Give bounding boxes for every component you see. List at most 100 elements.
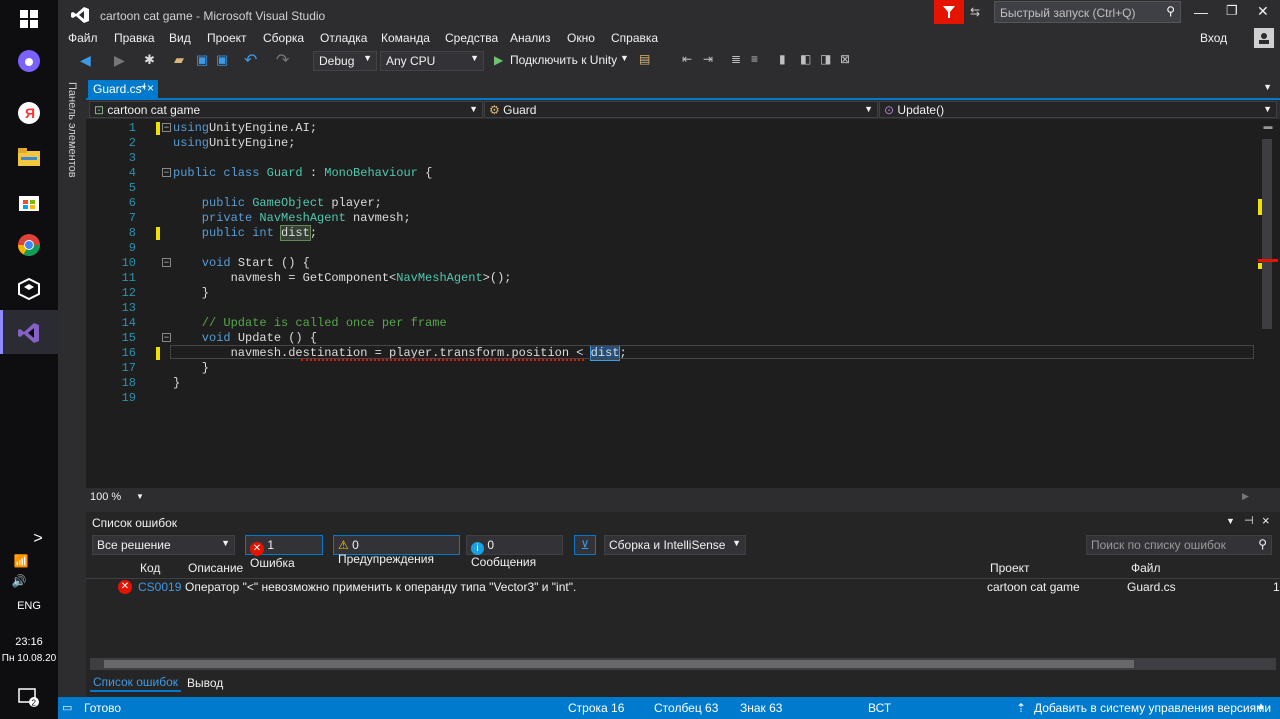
code-line[interactable]: }: [173, 376, 180, 390]
code-line[interactable]: public int dist;: [173, 225, 317, 241]
menu-tools[interactable]: Средства: [445, 31, 498, 45]
menu-file[interactable]: Файл: [68, 31, 98, 45]
menu-debug[interactable]: Отладка: [320, 31, 367, 45]
outdent-icon[interactable]: ⇥: [703, 52, 713, 66]
next-bookmark-icon[interactable]: ◨: [820, 52, 831, 66]
close-button[interactable]: ✕: [1257, 3, 1269, 20]
scrollbar-thumb[interactable]: [104, 660, 1134, 668]
bookmark-icon[interactable]: ▮: [779, 52, 786, 66]
chevron-down-icon[interactable]: ▼: [620, 53, 629, 63]
error-list-hscroll[interactable]: [90, 658, 1276, 670]
save-all-icon[interactable]: ▣: [216, 52, 228, 68]
visual-studio-icon[interactable]: [14, 318, 44, 348]
volume-icon[interactable]: 🔊: [4, 566, 34, 596]
connect-icon[interactable]: ⇆: [970, 5, 980, 19]
messages-filter-button[interactable]: i 0 Сообщения: [466, 535, 563, 569]
scrollbar-thumb[interactable]: [1262, 139, 1272, 329]
zoom-level[interactable]: 100 %: [90, 491, 121, 503]
close-tab-icon[interactable]: ×: [147, 81, 154, 95]
menu-window[interactable]: Окно: [567, 31, 595, 45]
code-line[interactable]: usingUnityEngine;: [173, 136, 295, 150]
chrome-icon[interactable]: [14, 230, 44, 260]
add-to-source-control[interactable]: Добавить в систему управления версиями: [1034, 701, 1271, 715]
windows-start-icon[interactable]: [14, 4, 44, 34]
back-icon[interactable]: ◀: [80, 52, 91, 69]
tab-guard-cs[interactable]: Guard.cs* ⊣ ×: [88, 80, 158, 100]
column-description[interactable]: Описание: [188, 561, 243, 575]
menu-build[interactable]: Сборка: [263, 31, 304, 45]
column-project[interactable]: Проект: [990, 561, 1030, 575]
tab-output[interactable]: Вывод: [187, 676, 223, 690]
toolbox-label[interactable]: Панель элементов: [66, 82, 78, 178]
feedback-icon[interactable]: [934, 0, 964, 24]
configuration-select[interactable]: Debug ▼: [313, 51, 377, 71]
file-explorer-icon[interactable]: [14, 142, 44, 172]
menu-view[interactable]: Вид: [169, 31, 191, 45]
code-line[interactable]: public GameObject player;: [173, 196, 382, 210]
microsoft-store-icon[interactable]: [14, 186, 44, 216]
chevron-up-icon[interactable]: ▲: [1256, 701, 1266, 712]
menu-analyze[interactable]: Анализ: [510, 31, 551, 45]
forward-icon[interactable]: ▶: [114, 52, 125, 69]
quick-launch-input[interactable]: Быстрый запуск (Ctrl+Q) ⚲: [994, 1, 1181, 23]
undo-icon[interactable]: ↶: [244, 50, 257, 70]
build-filter-select[interactable]: Сборка и IntelliSense ▼: [604, 535, 746, 555]
error-search-input[interactable]: Поиск по списку ошибок ⚲: [1086, 535, 1272, 555]
class-dropdown[interactable]: ⚙ Guard ▼: [484, 101, 878, 118]
clock-date[interactable]: Пн 10.08.20: [0, 653, 58, 664]
collapse-icon[interactable]: −: [162, 333, 171, 342]
scope-select[interactable]: Все решение ▼: [92, 535, 235, 555]
attach-unity-button[interactable]: Подключить к Unity: [510, 53, 617, 67]
code-line[interactable]: private NavMeshAgent navmesh;: [173, 211, 411, 225]
scroll-right-icon[interactable]: ▶: [1242, 491, 1249, 502]
menu-team[interactable]: Команда: [381, 31, 430, 45]
collapse-icon[interactable]: −: [162, 168, 171, 177]
comment-icon[interactable]: ≣: [731, 52, 741, 66]
table-row[interactable]: ✕ CS0019 Оператор "<" невозможно примени…: [86, 578, 1280, 596]
tab-dropdown-icon[interactable]: ▼: [1263, 82, 1272, 92]
menu-help[interactable]: Справка: [611, 31, 658, 45]
clock-time[interactable]: 23:16: [0, 636, 58, 648]
member-dropdown[interactable]: ⊙ Update() ▼: [879, 101, 1277, 118]
platform-select[interactable]: Any CPU ▼: [380, 51, 484, 71]
yandex-browser-icon[interactable]: Я: [14, 98, 44, 128]
code-line[interactable]: void Start () {: [173, 256, 310, 270]
collapse-icon[interactable]: −: [162, 258, 171, 267]
horizontal-scrollbar[interactable]: [142, 494, 1250, 502]
redo-icon[interactable]: ↷: [276, 50, 289, 70]
sign-in-link[interactable]: Вход: [1200, 31, 1227, 45]
save-icon[interactable]: ▣: [196, 52, 208, 68]
code-line[interactable]: // Update is called once per frame: [173, 316, 447, 330]
menu-project[interactable]: Проект: [207, 31, 247, 45]
play-icon[interactable]: ▶: [494, 53, 503, 67]
code-line[interactable]: navmesh = GetComponent<NavMeshAgent>();: [173, 271, 512, 285]
uncomment-icon[interactable]: ≡: [751, 52, 758, 66]
unity-icon[interactable]: [14, 274, 44, 304]
split-icon[interactable]: ▬: [1258, 121, 1278, 135]
collapse-icon[interactable]: −: [162, 123, 171, 132]
errors-filter-button[interactable]: ✕ 1 Ошибка: [245, 535, 323, 570]
notifications-icon[interactable]: 2: [14, 682, 44, 712]
pin-icon[interactable]: ⊣: [1244, 514, 1254, 527]
code-line[interactable]: }: [173, 286, 209, 300]
code-line[interactable]: }: [173, 361, 209, 375]
code-line[interactable]: public class Guard : MonoBehaviour {: [173, 166, 432, 180]
language-indicator[interactable]: ENG: [0, 600, 58, 612]
project-dropdown[interactable]: ⊡ cartoon cat game ▼: [89, 101, 483, 118]
warnings-filter-button[interactable]: ⚠ 0 Предупреждения: [333, 535, 460, 566]
tab-error-list[interactable]: Список ошибок: [90, 672, 181, 692]
maximize-button[interactable]: ❐: [1226, 3, 1238, 19]
error-code-link[interactable]: CS0019: [138, 580, 181, 594]
pin-icon[interactable]: ⊣: [137, 82, 146, 93]
column-file[interactable]: Файл: [1131, 561, 1161, 575]
new-project-icon[interactable]: ✱: [144, 52, 155, 68]
open-file-icon[interactable]: ▰: [174, 52, 184, 68]
account-icon[interactable]: [1254, 28, 1274, 48]
code-line[interactable]: void Update () {: [173, 331, 317, 345]
toolbox-side-panel[interactable]: Панель элементов: [58, 78, 86, 698]
clear-bookmarks-icon[interactable]: ⊠: [840, 52, 850, 66]
panel-menu-icon[interactable]: ▼: [1226, 516, 1235, 526]
column-code[interactable]: Код: [140, 561, 160, 575]
solution-icon[interactable]: ▤: [639, 52, 650, 66]
minimize-button[interactable]: —: [1194, 4, 1208, 20]
